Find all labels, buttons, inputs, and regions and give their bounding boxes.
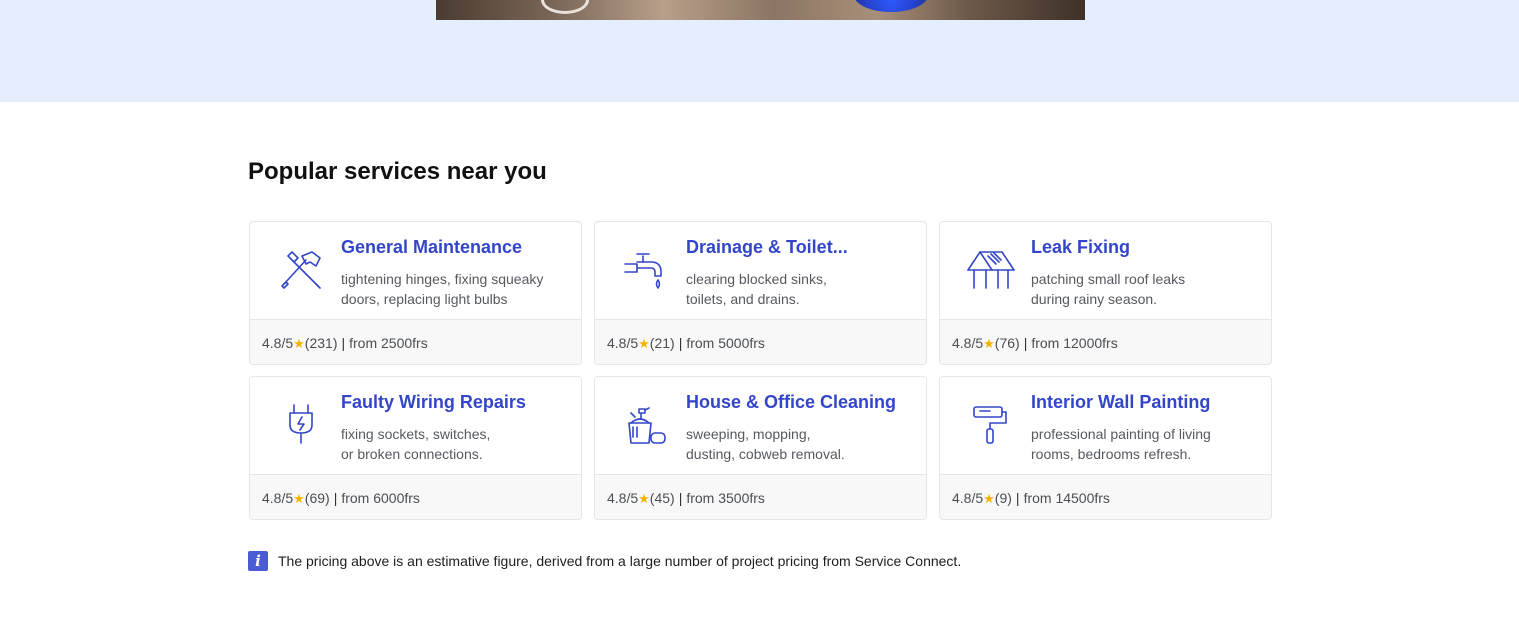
card-body: Drainage & Toilet... clearing blocked si…: [595, 222, 926, 319]
card-description-line: doors, replacing light bulbs: [341, 291, 508, 307]
card-footer: 4.8/5★(9) | from 14500frs: [940, 474, 1271, 519]
card-body: House & Office Cleaning sweeping, moppin…: [595, 377, 926, 474]
service-card-cleaning[interactable]: House & Office Cleaning sweeping, moppin…: [594, 376, 927, 520]
card-footer: 4.8/5★(45) | from 3500frs: [595, 474, 926, 519]
roof-icon: [966, 248, 1016, 290]
card-body: Faulty Wiring Repairs fixing sockets, sw…: [250, 377, 581, 474]
card-description-line: or broken connections.: [341, 446, 483, 462]
hero-band: [0, 0, 1519, 102]
card-description: clearing blocked sinks, toilets, and dra…: [686, 269, 916, 309]
review-count: (69): [304, 490, 330, 506]
star-icon: ★: [293, 336, 305, 351]
card-description-line: professional painting of living: [1031, 426, 1211, 442]
separator: |: [1023, 335, 1028, 351]
price: from 14500frs: [1023, 490, 1110, 506]
separator: |: [678, 490, 683, 506]
card-description-line: toilets, and drains.: [686, 291, 800, 307]
card-footer: 4.8/5★(69) | from 6000frs: [250, 474, 581, 519]
rating: 4.8/5: [952, 490, 984, 506]
card-description: professional painting of living rooms, b…: [1031, 424, 1261, 464]
card-title: House & Office Cleaning: [686, 392, 897, 412]
card-title: General Maintenance: [341, 237, 523, 257]
card-title: Faulty Wiring Repairs: [341, 392, 526, 412]
rating: 4.8/5: [607, 335, 639, 351]
faucet-icon: [621, 248, 671, 290]
price: from 6000frs: [341, 490, 420, 506]
card-footer: 4.8/5★(21) | from 5000frs: [595, 319, 926, 364]
paint-roller-icon: [966, 403, 1016, 445]
star-icon: ★: [638, 336, 650, 351]
card-title: Drainage & Toilet...: [686, 237, 848, 257]
card-description-line: fixing sockets, switches,: [341, 426, 491, 442]
card-title: Interior Wall Painting: [1031, 392, 1211, 412]
review-count: (76): [994, 335, 1020, 351]
price: from 2500frs: [349, 335, 428, 351]
rating: 4.8/5: [952, 335, 984, 351]
rating: 4.8/5: [262, 490, 294, 506]
review-count: (231): [304, 335, 338, 351]
price: from 3500frs: [686, 490, 765, 506]
card-description: tightening hinges, fixing squeaky doors,…: [341, 269, 571, 309]
hero-image-detail: [541, 0, 589, 14]
plug-icon: [276, 403, 326, 445]
pricing-note: i The pricing above is an estimative fig…: [248, 551, 961, 571]
tools-icon: [276, 248, 326, 290]
star-icon: ★: [638, 491, 650, 506]
card-body: General Maintenance tightening hinges, f…: [250, 222, 581, 319]
star-icon: ★: [983, 491, 995, 506]
rating: 4.8/5: [262, 335, 294, 351]
card-description-line: patching small roof leaks: [1031, 271, 1186, 287]
star-icon: ★: [293, 491, 305, 506]
review-count: (9): [994, 490, 1012, 506]
card-description-line: sweeping, mopping,: [686, 426, 811, 442]
card-footer: 4.8/5★(76) | from 12000frs: [940, 319, 1271, 364]
card-description: sweeping, mopping, dusting, cobweb remov…: [686, 424, 916, 464]
card-description: patching small roof leaks during rainy s…: [1031, 269, 1261, 309]
card-body: Leak Fixing patching small roof leaks du…: [940, 222, 1271, 319]
info-icon: i: [248, 551, 268, 571]
service-card-general-maintenance[interactable]: General Maintenance tightening hinges, f…: [249, 221, 582, 365]
pricing-note-text: The pricing above is an estimative figur…: [278, 553, 962, 569]
review-count: (21): [649, 335, 675, 351]
card-description-line: rooms, bedrooms refresh.: [1031, 446, 1192, 462]
card-footer: 4.8/5★(231) | from 2500frs: [250, 319, 581, 364]
card-description-line: tightening hinges, fixing squeaky: [341, 271, 544, 287]
section-title: Popular services near you: [248, 158, 547, 185]
price: from 5000frs: [686, 335, 765, 351]
card-title: Leak Fixing: [1031, 237, 1131, 257]
card-description-line: dusting, cobweb removal.: [686, 446, 845, 462]
rating: 4.8/5: [607, 490, 639, 506]
card-description-line: clearing blocked sinks,: [686, 271, 827, 287]
cleaning-icon: [621, 403, 671, 445]
separator: |: [341, 335, 346, 351]
separator: |: [1015, 490, 1020, 506]
service-card-wall-painting[interactable]: Interior Wall Painting professional pain…: [939, 376, 1272, 520]
star-icon: ★: [983, 336, 995, 351]
review-count: (45): [649, 490, 675, 506]
separator: |: [333, 490, 338, 506]
hero-image-detail: [854, 0, 928, 12]
service-card-faulty-wiring[interactable]: Faulty Wiring Repairs fixing sockets, sw…: [249, 376, 582, 520]
card-description: fixing sockets, switches, or broken conn…: [341, 424, 571, 464]
hero-image: [436, 0, 1085, 20]
service-card-drainage[interactable]: Drainage & Toilet... clearing blocked si…: [594, 221, 927, 365]
card-body: Interior Wall Painting professional pain…: [940, 377, 1271, 474]
price: from 12000frs: [1031, 335, 1118, 351]
separator: |: [678, 335, 683, 351]
service-card-leak-fixing[interactable]: Leak Fixing patching small roof leaks du…: [939, 221, 1272, 365]
card-description-line: during rainy season.: [1031, 291, 1158, 307]
